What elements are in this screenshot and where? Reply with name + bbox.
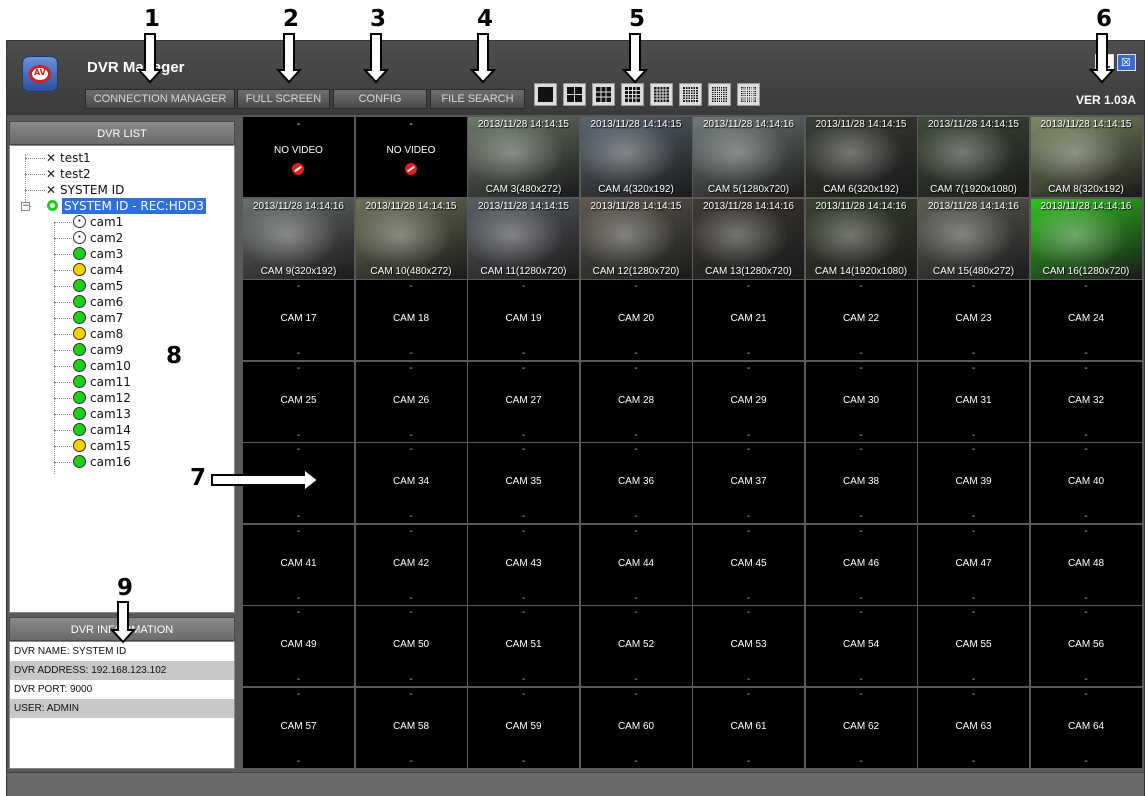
screenshot-stage: 1 2 3 4 5 6 AV DVR Manager CONNECTION MA… [0, 0, 1145, 796]
annotation-9: 9 [117, 575, 134, 601]
annotation-8: 8 [166, 343, 183, 369]
annotation-7: 7 [190, 465, 207, 491]
annotation-arrows [109, 33, 1116, 644]
